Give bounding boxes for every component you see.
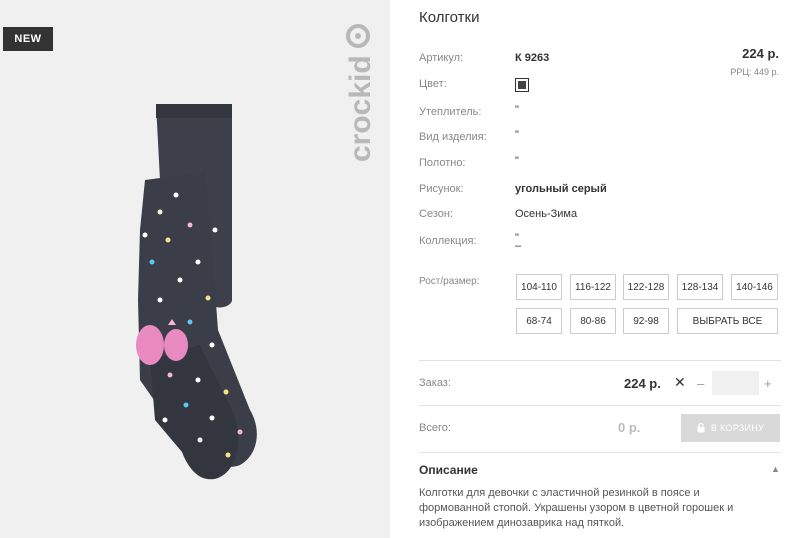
color-swatch[interactable] <box>515 78 529 92</box>
collection-label: Коллекция: <box>419 235 477 247</box>
insulation-value: " <box>515 104 519 116</box>
size-label: Рост/размер: <box>419 276 480 287</box>
quantity-input[interactable] <box>712 371 759 395</box>
product-image[interactable]: NEW crockid <box>0 0 390 538</box>
pattern-value: угольный серый <box>515 183 607 195</box>
pattern-label: Рисунок: <box>419 183 464 195</box>
size-button-128-134[interactable]: 128-134 <box>677 274 723 300</box>
size-button-140-146[interactable]: 140-146 <box>731 274 778 300</box>
season-value: Осень-Зима <box>515 208 578 220</box>
collection-extra: – <box>515 240 522 252</box>
item-type-label: Вид изделия: <box>419 131 487 143</box>
divider <box>419 452 781 453</box>
size-button-80-86[interactable]: 80-86 <box>570 308 616 334</box>
crockid-logo: crockid <box>344 24 377 162</box>
size-button-92-98[interactable]: 92-98 <box>623 308 669 334</box>
add-to-cart-button[interactable]: В КОРЗИНУ <box>681 414 780 442</box>
color-label: Цвет: <box>419 78 447 90</box>
collapse-arrow-icon[interactable]: ▲ <box>771 464 780 474</box>
new-badge: NEW <box>3 27 53 51</box>
description-text: Колготки для девочки с эластичной резинк… <box>419 487 734 529</box>
remove-order-icon[interactable]: ✕ <box>674 374 686 391</box>
product-rrp: РРЦ: 449 р. <box>730 67 779 77</box>
cart-lock-icon <box>697 423 705 433</box>
divider <box>419 360 781 361</box>
color-swatch-fill <box>518 81 526 89</box>
fabric-label: Полотно: <box>419 157 466 169</box>
product-title: Колготки <box>419 9 480 26</box>
total-label: Всего: <box>419 422 451 434</box>
size-button-68-74[interactable]: 68-74 <box>516 308 562 334</box>
item-type-value: " <box>515 129 519 141</box>
divider <box>419 405 781 406</box>
size-button-122-128[interactable]: 122-128 <box>623 274 669 300</box>
product-details: Колготки 224 р. РРЦ: 449 р. Артикул: К 9… <box>419 0 781 538</box>
order-label: Заказ: <box>419 377 451 389</box>
fabric-value: " <box>515 155 519 167</box>
size-button-116-122[interactable]: 116-122 <box>570 274 616 300</box>
quantity-plus-button[interactable]: + <box>764 376 772 391</box>
product-price: 224 р. <box>742 46 779 61</box>
select-all-sizes-button[interactable]: ВЫБРАТЬ ВСЕ <box>677 308 778 334</box>
insulation-label: Утеплитель: <box>419 106 482 118</box>
article-value: К 9263 <box>515 52 550 64</box>
season-label: Сезон: <box>419 208 453 220</box>
add-to-cart-label: В КОРЗИНУ <box>710 423 765 433</box>
quantity-minus-button[interactable]: – <box>697 376 704 391</box>
article-label: Артикул: <box>419 52 464 64</box>
total-price: 0 р. <box>618 420 641 435</box>
svg-text:crockid: crockid <box>344 55 377 162</box>
size-button-104-110[interactable]: 104-110 <box>516 274 562 300</box>
description-heading[interactable]: Описание <box>419 463 478 477</box>
order-price: 224 р. <box>624 376 661 391</box>
